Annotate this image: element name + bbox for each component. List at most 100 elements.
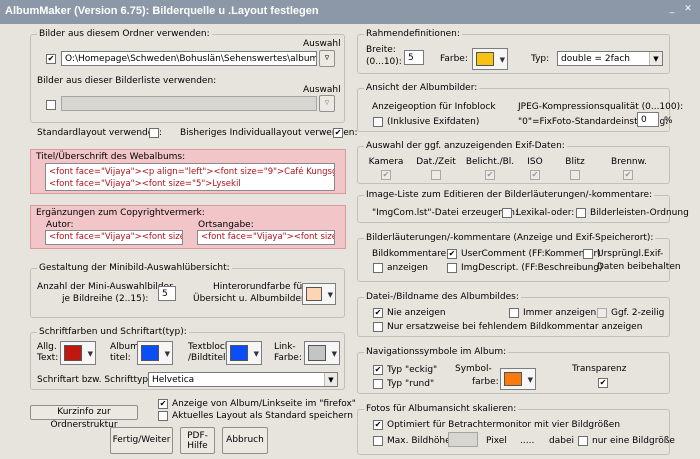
titel-input[interactable]: <font face="Vijaya"><p align="left"><fon… <box>45 163 335 191</box>
urspr-exif-label-1: Ursprüngl.Exif- <box>597 249 664 259</box>
usercomment-label: UserComment (FF:Kommentar) <box>461 249 601 259</box>
kurzinfo-button[interactable]: Kurzinfo zur Ordnerstruktur <box>30 405 138 430</box>
fotos-label: Fotos für Albumansicht skalieren: <box>364 404 519 414</box>
bg-color-fill <box>306 287 322 301</box>
link-color-fill <box>308 345 326 361</box>
max-hoehe-label: Max. Bildhöhe: <box>387 436 454 446</box>
optimiert-checkbox[interactable] <box>373 420 383 430</box>
list-auswahl-label: Auswahl <box>303 85 341 95</box>
exif-belicht-checkbox[interactable] <box>485 170 495 180</box>
list-path-input[interactable] <box>61 96 317 111</box>
typ-eckig-label: Typ "eckig" <box>387 365 438 375</box>
usercomment-checkbox[interactable] <box>447 249 457 259</box>
bg-label-1: Hinterorundfarbe für <box>213 282 306 292</box>
ersatzweise-checkbox[interactable] <box>373 322 383 332</box>
title-bar: AlbumMaker (Version 6.75): Bilderquelle … <box>0 0 700 24</box>
bg-color-picker[interactable]: ▼ <box>302 283 336 305</box>
fotos-group: Fotos für Albumansicht skalieren: <box>357 404 670 455</box>
exif-datzeit-checkbox[interactable] <box>431 170 441 180</box>
individual-layout-label: Bisheriges Individuallayout verwenden: <box>180 128 358 138</box>
max-hoehe-input[interactable] <box>448 432 478 447</box>
link-color-picker[interactable]: ▼ <box>304 341 340 365</box>
abbruch-button[interactable]: Abbruch <box>222 427 268 454</box>
pdf-label-1: PDF- <box>187 431 208 441</box>
jpeg-input[interactable]: 0 <box>637 112 659 127</box>
individual-layout-checkbox[interactable] <box>333 128 343 138</box>
typ-rund-checkbox[interactable] <box>373 379 383 389</box>
imgdescript-label: ImgDescript. (FF:Beschreibung) <box>461 263 603 273</box>
rahmen-typ-select[interactable]: double = 2fach ▼ <box>557 51 663 66</box>
standard-layout-label: Standardlayout verwenden: <box>37 128 163 138</box>
folder-browse-button[interactable]: ▿ <box>319 50 335 67</box>
zweizeilig-label: Ggf. 2-zeilig <box>611 308 665 318</box>
fertig-button[interactable]: Fertig/Weiter <box>110 427 173 454</box>
close-icon[interactable]: ✕ <box>682 3 694 15</box>
anzeigen-label: anzeigen <box>387 263 428 273</box>
bildkommentare-checkbox[interactable] <box>373 263 383 273</box>
inkl-exif-label: (Inklusive Exifdaten) <box>387 117 480 127</box>
transparenz-checkbox[interactable] <box>598 378 608 388</box>
folder-checkbox[interactable] <box>46 54 56 64</box>
rahmen-color-picker[interactable]: ▼ <box>472 48 508 70</box>
urspr-exif-checkbox[interactable] <box>583 249 593 259</box>
exif-col-datzeit: Dat./Zeit <box>416 157 456 167</box>
dropdown-arrow-icon: ▼ <box>527 376 533 384</box>
max-hoehe-checkbox[interactable] <box>373 436 383 446</box>
jpeg-label-1: JPEG-Kompressionsqualität (0...100): <box>518 102 684 112</box>
transparenz-label: Transparenz <box>572 364 627 374</box>
firefox-label: Anzeige von Album/Linkseite im "firefox" <box>172 399 356 409</box>
save-standard-checkbox[interactable] <box>158 411 168 421</box>
exif-blitz-checkbox[interactable] <box>570 170 580 180</box>
block-color-fill <box>230 345 248 361</box>
exif-brennw-checkbox[interactable] <box>623 170 633 180</box>
titel-label: Titel/Überschrift des Webalbums: <box>36 152 186 162</box>
exif-iso-checkbox[interactable] <box>530 170 540 180</box>
standard-layout-checkbox[interactable] <box>149 128 159 138</box>
link-color-label-2: Farbe: <box>274 353 302 363</box>
typ-eckig-checkbox[interactable] <box>373 365 383 375</box>
bildleiste-checkbox[interactable] <box>576 208 586 218</box>
list-browse-button[interactable]: ▿ <box>319 95 335 112</box>
mini-count-label-1: Anzahl der Mini-Auswahlbilder <box>37 282 173 292</box>
autor-input[interactable]: <font face="Vijaya"><font size= <box>45 230 183 245</box>
rahmen-label: Rahmendefinitionen: <box>364 29 462 39</box>
exif-label: Auswahl der ggf. anzuzeigenden Exif-Date… <box>364 141 567 151</box>
immer-anzeigen-checkbox[interactable] <box>509 308 519 318</box>
ort-input[interactable]: <font face="Vijaya"><font size= <box>197 230 335 245</box>
chevron-down-icon: ▿ <box>324 98 330 108</box>
title-color-label-2: titel: <box>110 353 131 363</box>
title-color-fill <box>141 345 159 361</box>
lexikal-checkbox[interactable] <box>502 208 512 218</box>
folder-path-input[interactable]: O:\Homepage\Schweden\Bohuslän\Sehenswert… <box>61 51 317 66</box>
breite-input[interactable]: 5 <box>404 50 424 65</box>
text-color-fill <box>64 345 82 361</box>
minimize-icon[interactable]: _ <box>666 3 678 15</box>
link-color-label-1: Link- <box>274 342 296 352</box>
eine-groesse-checkbox[interactable] <box>578 436 588 446</box>
title-color-picker[interactable]: ▼ <box>137 341 173 365</box>
exif-col-kamera: Kamera <box>368 157 404 167</box>
folder-label: Bilder aus diesem Ordner verwenden: <box>37 29 212 39</box>
eine-groesse-label: nur eine Bildgröße <box>592 436 675 446</box>
list-checkbox[interactable] <box>46 100 56 110</box>
dropdown-arrow-icon: ▼ <box>164 350 170 358</box>
block-color-picker[interactable]: ▼ <box>226 341 262 365</box>
pdf-help-button[interactable]: PDF- Hilfe <box>180 427 215 454</box>
imgdescript-checkbox[interactable] <box>447 263 457 273</box>
symbol-color-picker[interactable]: ▼ <box>500 368 536 390</box>
font-select[interactable]: Helvetica ▼ <box>148 372 338 387</box>
window-controls: _ ✕ <box>662 3 694 15</box>
nie-anzeigen-checkbox[interactable] <box>373 308 383 318</box>
block-color-label-1: Textblock <box>188 342 231 352</box>
firefox-checkbox[interactable] <box>158 399 168 409</box>
folder-auswahl-label: Auswahl <box>303 39 341 49</box>
zweizeilig-checkbox[interactable] <box>597 308 607 318</box>
rahmen-typ-label: Typ: <box>531 54 550 64</box>
mini-count-input[interactable]: 5 <box>158 286 176 301</box>
navi-label: Navigationssymbole im Album: <box>364 347 509 357</box>
text-color-picker[interactable]: ▼ <box>60 341 96 365</box>
exif-kamera-checkbox[interactable] <box>381 170 391 180</box>
titel-line-1: <font face="Vijaya"><p align="left"><fon… <box>49 167 335 177</box>
inkl-exif-checkbox[interactable] <box>373 117 383 127</box>
list-label: Bilder aus dieser Bilderliste verwenden: <box>37 76 217 86</box>
